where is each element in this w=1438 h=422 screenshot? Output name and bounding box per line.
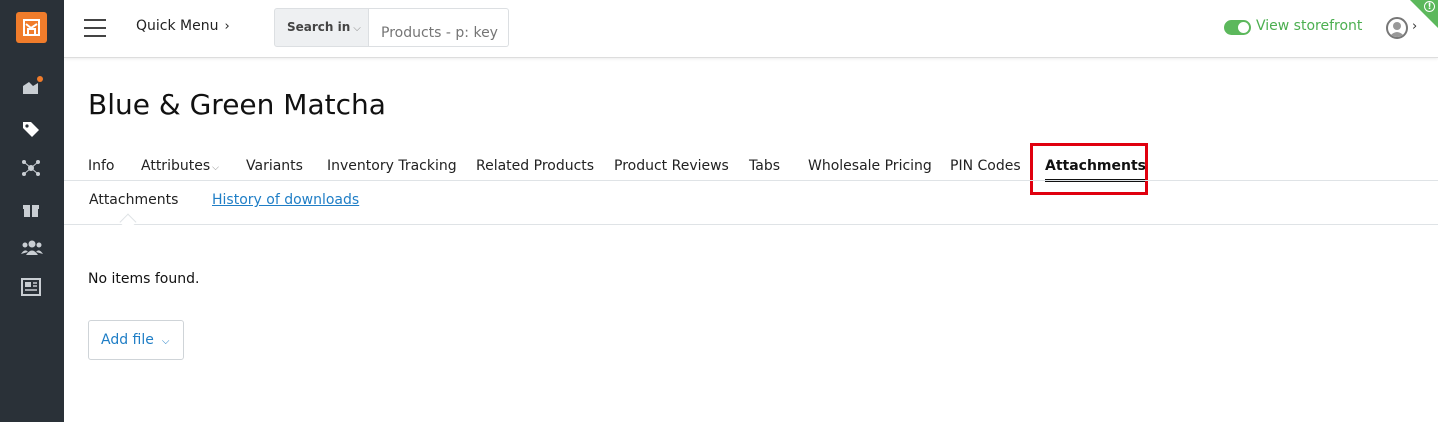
- chevron-right-icon: ›: [224, 19, 230, 34]
- network-icon[interactable]: [21, 158, 43, 180]
- store-logo-icon[interactable]: [16, 12, 47, 43]
- menu-toggle-icon[interactable]: [84, 17, 106, 39]
- chevron-down-icon: ⌵: [161, 336, 170, 347]
- dashboard-icon[interactable]: [21, 76, 43, 100]
- subtab-attachments[interactable]: Attachments: [89, 192, 178, 208]
- search-scope-label: Search in: [287, 20, 351, 34]
- user-avatar-icon[interactable]: [1386, 17, 1408, 39]
- view-storefront-link[interactable]: View storefront: [1256, 18, 1362, 34]
- subtab-history-of-downloads[interactable]: History of downloads: [212, 192, 359, 208]
- notification-dot: [37, 76, 43, 82]
- chevron-down-icon: ⌵: [353, 23, 361, 34]
- quick-menu-button[interactable]: Quick Menu ›: [136, 18, 230, 34]
- tab-variants[interactable]: Variants: [246, 158, 303, 174]
- quick-menu-label: Quick Menu: [136, 18, 219, 34]
- search-input[interactable]: [369, 8, 509, 47]
- active-subtab-indicator: [119, 213, 137, 231]
- tab-product-reviews[interactable]: Product Reviews: [614, 158, 729, 174]
- gift-icon[interactable]: [21, 198, 43, 220]
- tab-attributes[interactable]: Attributes ⌵: [141, 158, 219, 174]
- tab-wholesale-pricing[interactable]: Wholesale Pricing: [808, 158, 932, 174]
- tab-attributes-label: Attributes: [141, 158, 211, 174]
- tab-inventory-tracking[interactable]: Inventory Tracking: [327, 158, 457, 174]
- users-icon[interactable]: [21, 238, 43, 260]
- tab-info[interactable]: Info: [88, 158, 115, 174]
- alert-icon: !: [1424, 1, 1435, 12]
- add-file-button[interactable]: Add file ⌵: [88, 320, 184, 360]
- top-bar: Quick Menu › Search in⌵ View storefront ›…: [64, 0, 1438, 58]
- chevron-down-icon: ⌵: [212, 163, 219, 173]
- empty-message: No items found.: [88, 271, 200, 287]
- tab-tabs[interactable]: Tabs: [749, 158, 780, 174]
- sidebar: [0, 0, 64, 422]
- tags-icon[interactable]: [21, 118, 43, 140]
- search-scope-dropdown[interactable]: Search in ⌵: [274, 8, 369, 47]
- storefront-toggle-icon[interactable]: [1224, 20, 1251, 35]
- subtab-bar: Attachments History of downloads: [64, 181, 1438, 231]
- page-title: Blue & Green Matcha: [88, 88, 386, 121]
- add-file-label: Add file: [101, 332, 154, 348]
- content-icon[interactable]: [21, 278, 43, 300]
- tab-related-products[interactable]: Related Products: [476, 158, 594, 174]
- tab-pin-codes[interactable]: PIN Codes: [950, 158, 1021, 174]
